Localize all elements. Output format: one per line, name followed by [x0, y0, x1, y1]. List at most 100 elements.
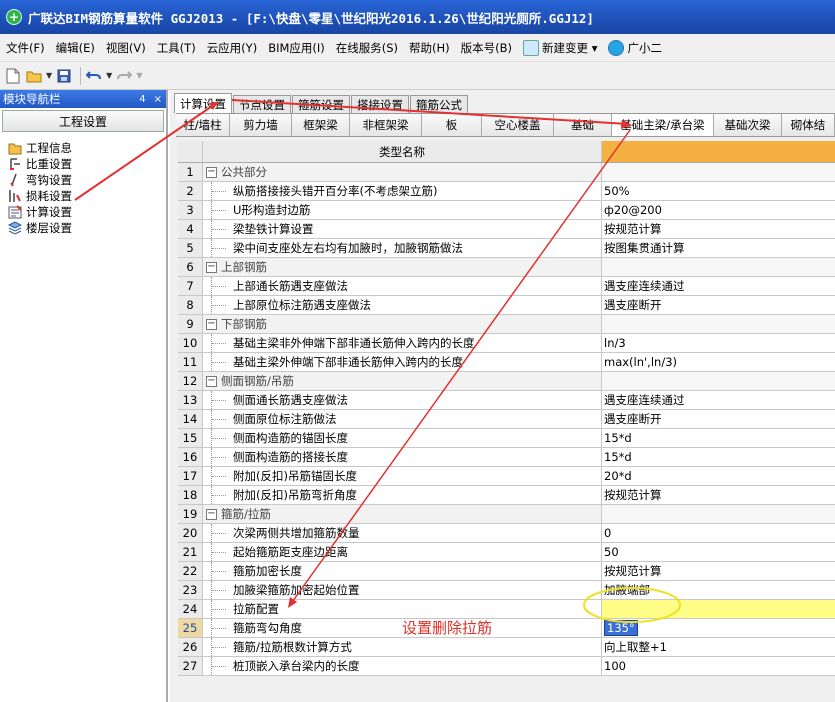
table-row[interactable]: 15 侧面构造筋的锚固长度 15*d [178, 429, 835, 448]
row-value[interactable]: 50% [602, 182, 835, 200]
undo-icon[interactable] [85, 67, 103, 85]
collapse-icon[interactable]: − [206, 375, 217, 387]
table-row[interactable]: 24 拉筋配置 [178, 600, 835, 619]
menu-file[interactable]: 文件(F) [6, 40, 45, 56]
subtab-hollow-floor[interactable]: 空心楼盖 [482, 114, 554, 136]
open-dropdown-icon[interactable]: ▼ [46, 71, 52, 80]
group-row[interactable]: 9− 下部钢筋 [178, 315, 835, 334]
table-row[interactable]: 26 箍筋/拉筋根数计算方式 向上取整+1 [178, 638, 835, 657]
row-value[interactable]: 向上取整+1 [602, 638, 835, 656]
tab-node-settings[interactable]: 节点设置 [233, 95, 291, 113]
menu-cloud[interactable]: 云应用(Y) [207, 40, 258, 56]
table-row[interactable]: 16 侧面构造筋的搭接长度 15*d [178, 448, 835, 467]
row-value[interactable]: 按图集贯通计算 [602, 239, 835, 257]
close-icon[interactable]: × [154, 94, 162, 105]
row-value[interactable]: 加腋端部 [602, 581, 835, 599]
table-row[interactable]: 8 上部原位标注筋遇支座做法 遇支座断开 [178, 296, 835, 315]
redo-dropdown-icon[interactable]: ▼ [136, 71, 142, 80]
row-value[interactable]: 20*d [602, 467, 835, 485]
menu-online[interactable]: 在线服务(S) [336, 40, 398, 56]
subtab-frame-beam[interactable]: 框架梁 [292, 114, 350, 136]
group-row[interactable]: 19− 箍筋/拉筋 [178, 505, 835, 524]
row-value[interactable]: 遇支座断开 [602, 410, 835, 428]
group-row[interactable]: 12− 侧面钢筋/吊筋 [178, 372, 835, 391]
row-value[interactable] [602, 163, 835, 181]
table-row[interactable]: 7 上部通长筋遇支座做法 遇支座连续通过 [178, 277, 835, 296]
row-value[interactable]: 遇支座连续通过 [602, 391, 835, 409]
save-icon[interactable] [55, 67, 73, 85]
row-value[interactable]: 15*d [602, 429, 835, 447]
table-row[interactable]: 2 纵筋搭接接头错开百分率(不考虑架立筋) 50% [178, 182, 835, 201]
row-value[interactable] [602, 315, 835, 333]
nav-item-hook[interactable]: 弯钩设置 [8, 172, 166, 188]
undo-dropdown-icon[interactable]: ▼ [106, 71, 112, 80]
nav-item-loss[interactable]: 损耗设置 [8, 188, 166, 204]
row-value[interactable]: 遇支座连续通过 [602, 277, 835, 295]
nav-item-weight[interactable]: 比重设置 [8, 156, 166, 172]
table-row[interactable]: 5 梁中间支座处左右均有加腋时，加腋钢筋做法 按图集贯通计算 [178, 239, 835, 258]
tab-stirrup-settings[interactable]: 箍筋设置 [292, 95, 350, 113]
rebar-tie-config-field[interactable] [602, 600, 835, 618]
pin-icon[interactable]: 4 [139, 94, 145, 105]
row-value[interactable]: 50 [602, 543, 835, 561]
row-value[interactable]: 按规范计算 [602, 220, 835, 238]
row-value[interactable]: 按规范计算 [602, 562, 835, 580]
menu-help[interactable]: 帮助(H) [409, 40, 450, 56]
redo-icon[interactable] [115, 67, 133, 85]
new-file-icon[interactable] [4, 67, 22, 85]
table-row[interactable]: 3 U形构造封边筋 ф20@200 [178, 201, 835, 220]
table-row[interactable]: 17 附加(反扣)吊筋锚固长度 20*d [178, 467, 835, 486]
table-row[interactable]: 21 起始箍筋距支座边距离 50 [178, 543, 835, 562]
menu-bim[interactable]: BIM应用(I) [268, 40, 325, 56]
subtab-column[interactable]: 柱/墙柱 [176, 114, 230, 136]
selected-value[interactable]: 135° [604, 620, 638, 636]
table-row[interactable]: 25 箍筋弯勾角度 135° [178, 619, 835, 638]
menu-version[interactable]: 版本号(B) [461, 40, 512, 56]
row-value[interactable] [602, 372, 835, 390]
open-folder-icon[interactable] [25, 67, 43, 85]
group-row[interactable]: 6− 上部钢筋 [178, 258, 835, 277]
row-value[interactable]: max(ln',ln/3) [602, 353, 835, 371]
nav-item-floor[interactable]: 楼层设置 [8, 220, 166, 236]
table-row[interactable]: 10 基础主梁非外伸端下部非通长筋伸入跨内的长度 ln/3 [178, 334, 835, 353]
row-value[interactable]: ф20@200 [602, 201, 835, 219]
subtab-shear-wall[interactable]: 剪力墙 [230, 114, 292, 136]
tab-stirrup-formula[interactable]: 箍筋公式 [410, 95, 468, 113]
collapse-icon[interactable]: − [206, 261, 217, 273]
row-value[interactable]: 0 [602, 524, 835, 542]
row-value[interactable] [602, 258, 835, 276]
table-row[interactable]: 20 次梁两侧共增加箍筋数量 0 [178, 524, 835, 543]
table-row[interactable]: 22 箍筋加密长度 按规范计算 [178, 562, 835, 581]
table-row[interactable]: 11 基础主梁外伸端下部非通长筋伸入跨内的长度 max(ln',ln/3) [178, 353, 835, 372]
subtab-slab[interactable]: 板 [422, 114, 482, 136]
table-row[interactable]: 27 桩顶嵌入承台梁内的长度 100 [178, 657, 835, 676]
collapse-icon[interactable]: − [206, 508, 217, 520]
tab-calc-settings[interactable]: 计算设置 [174, 93, 232, 113]
menu-edit[interactable]: 编辑(E) [56, 40, 95, 56]
subtab-masonry[interactable]: 砌体结 [782, 114, 835, 136]
row-value[interactable]: 遇支座断开 [602, 296, 835, 314]
table-row[interactable]: 14 侧面原位标注筋做法 遇支座断开 [178, 410, 835, 429]
project-settings-header[interactable]: 工程设置 [2, 110, 164, 132]
row-value[interactable] [602, 505, 835, 523]
row-value[interactable]: 135° [602, 619, 835, 637]
nav-item-project-info[interactable]: 工程信息 [8, 140, 166, 156]
subtab-foundation[interactable]: 基础 [554, 114, 612, 136]
row-value[interactable]: 100 [602, 657, 835, 675]
menu-view[interactable]: 视图(V) [106, 40, 146, 56]
collapse-icon[interactable]: − [206, 318, 217, 330]
table-row[interactable]: 23 加腋梁箍筋加密起始位置 加腋端部 [178, 581, 835, 600]
row-value[interactable]: 15*d [602, 448, 835, 466]
row-value[interactable]: 按规范计算 [602, 486, 835, 504]
subtab-foundation-main-beam[interactable]: 基础主梁/承台梁 [612, 114, 714, 136]
subtab-foundation-secondary-beam[interactable]: 基础次梁 [714, 114, 782, 136]
nav-item-calc-settings[interactable]: 计算设置 [8, 204, 166, 220]
table-row[interactable]: 13 侧面通长筋遇支座做法 遇支座连续通过 [178, 391, 835, 410]
subtab-nonframe-beam[interactable]: 非框架梁 [350, 114, 422, 136]
row-value[interactable]: ln/3 [602, 334, 835, 352]
menu-tools[interactable]: 工具(T) [157, 40, 196, 56]
menu-new-change[interactable]: 新建变更 ▾ [523, 39, 597, 56]
collapse-icon[interactable]: − [206, 166, 217, 178]
menu-assistant[interactable]: 广小二 [608, 39, 662, 56]
table-row[interactable]: 18 附加(反扣)吊筋弯折角度 按规范计算 [178, 486, 835, 505]
